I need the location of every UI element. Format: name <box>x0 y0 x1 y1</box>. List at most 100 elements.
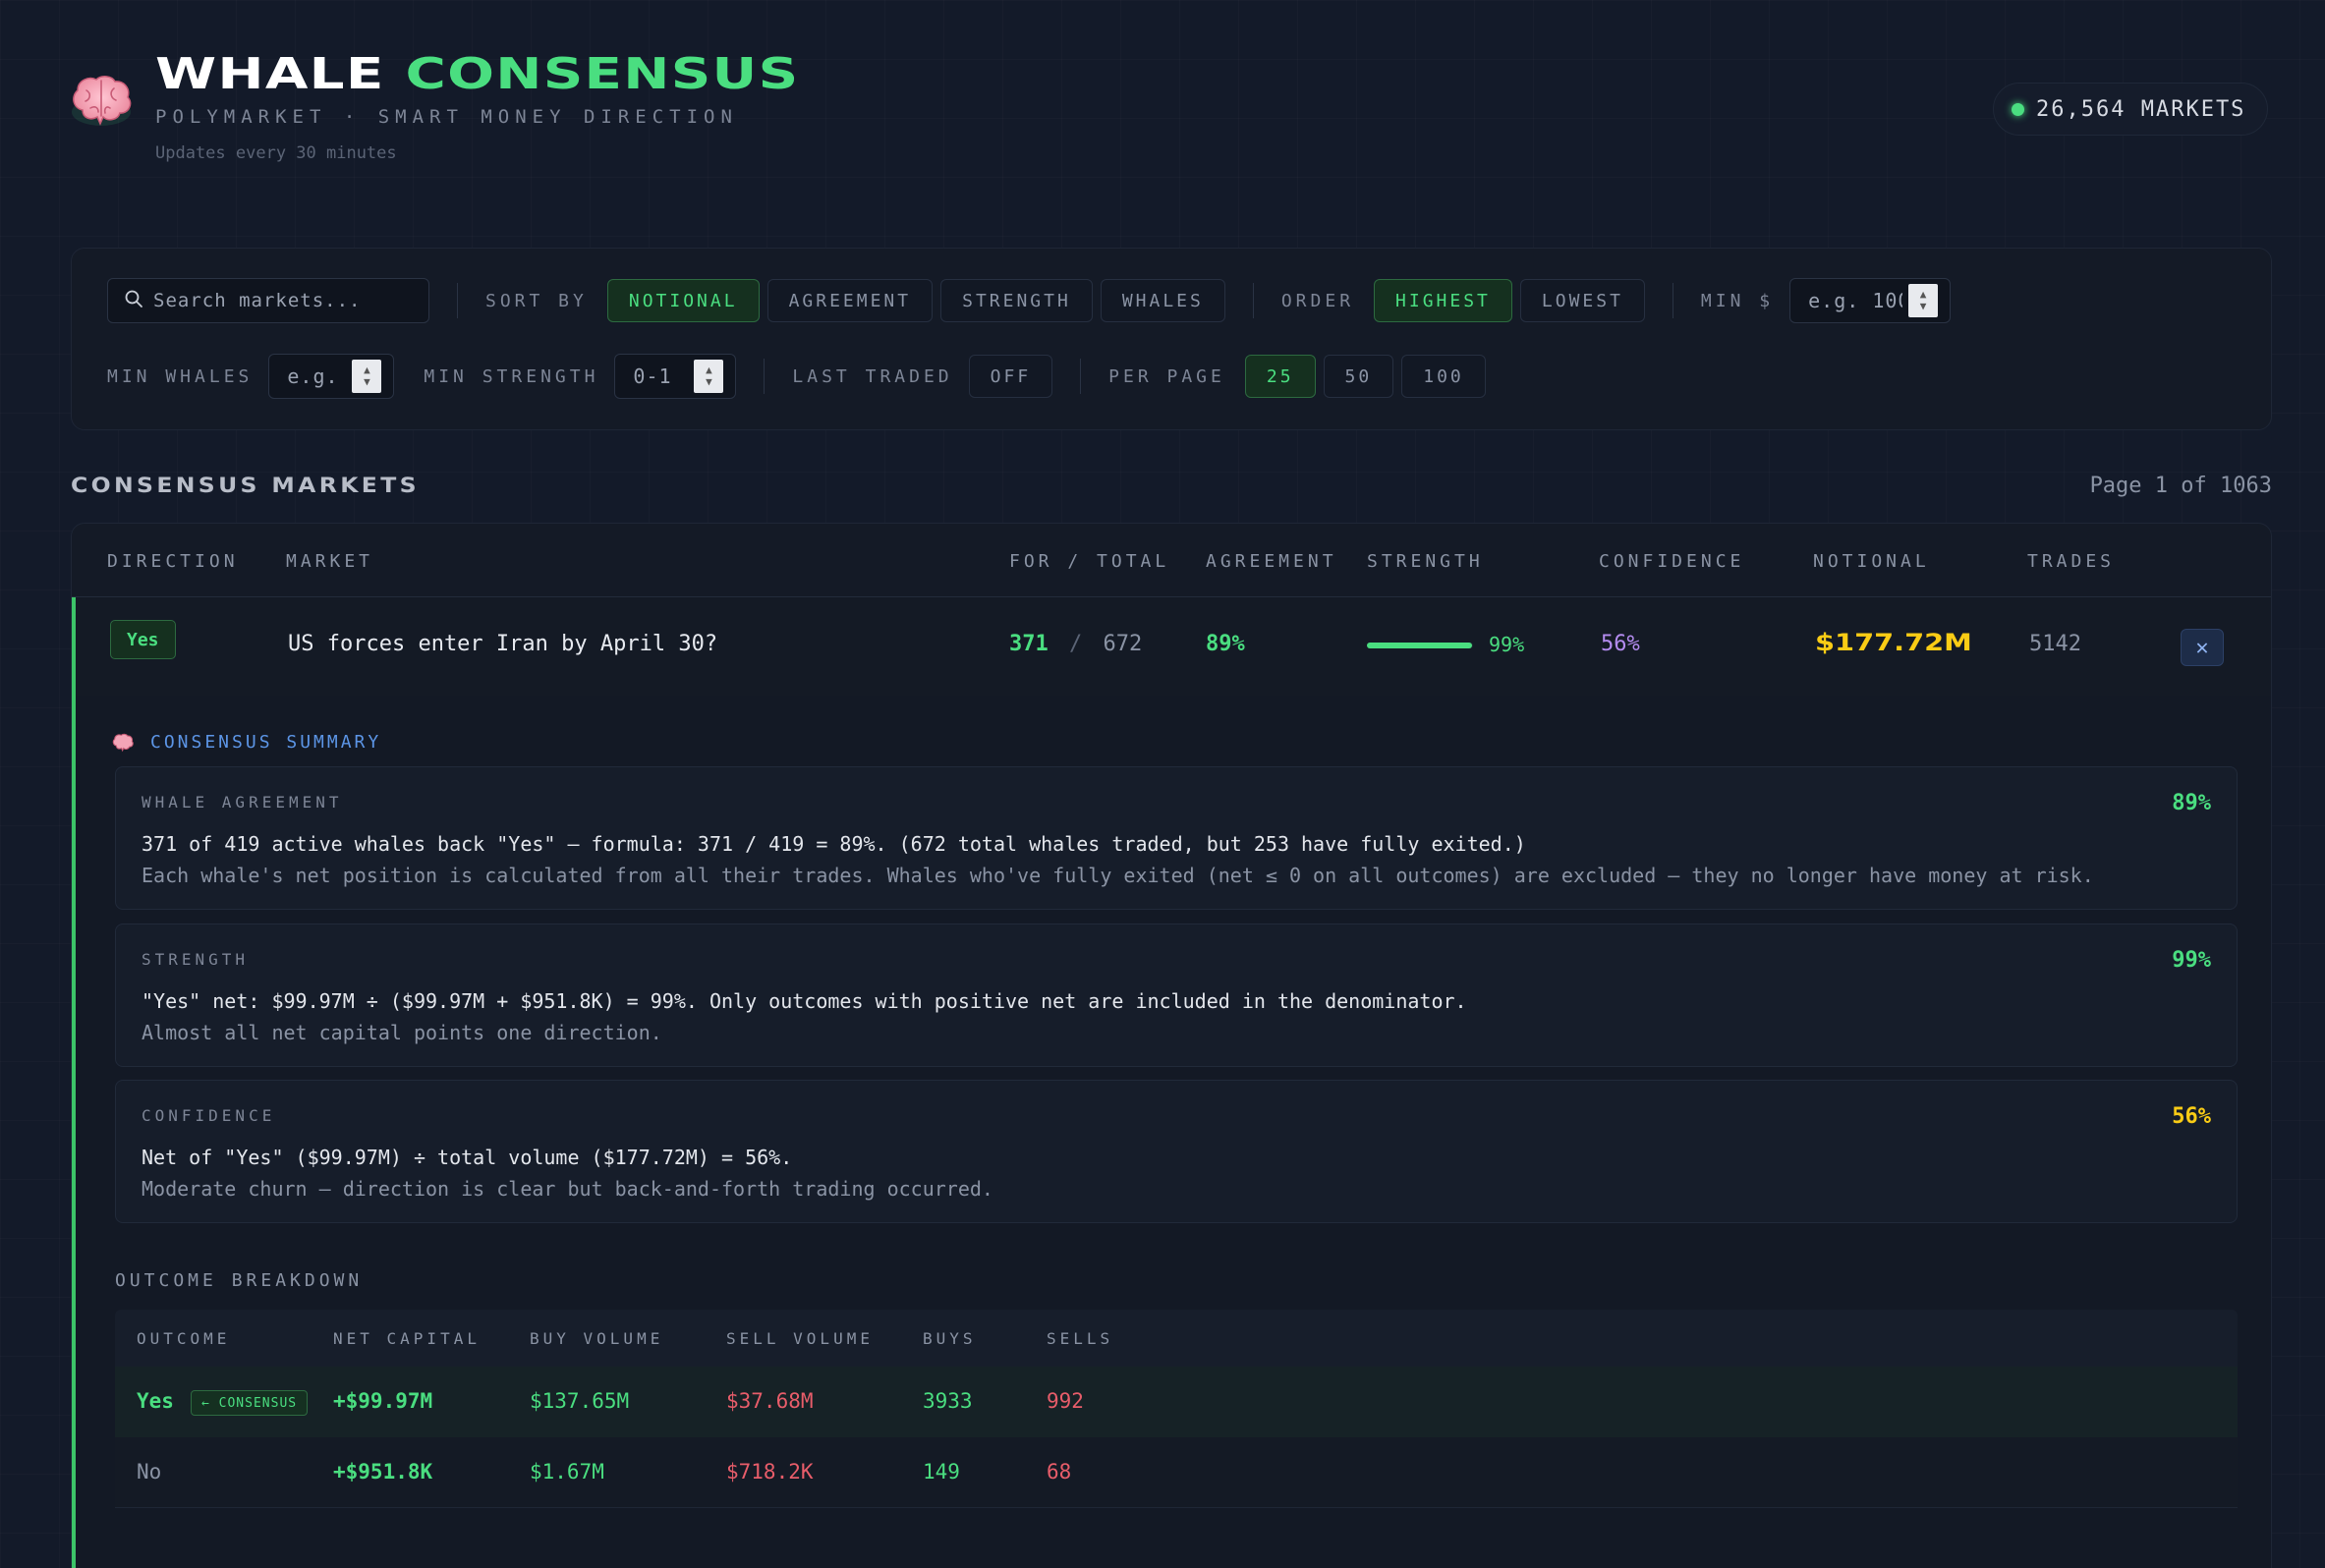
filter-row-2: MIN WHALES e.g. ▲ ▼ MIN STRENGTH 0-1 ▲ ▼ L… <box>107 354 1486 399</box>
col-sell-volume: SELL VOLUME <box>726 1329 874 1348</box>
min-strength-placeholder: 0-1 <box>633 364 672 388</box>
sells-count: 68 <box>1047 1460 1072 1484</box>
divider <box>457 283 458 318</box>
for-total-separator: / <box>1069 632 1083 656</box>
order-lowest-button[interactable]: LOWEST <box>1519 279 1645 322</box>
close-icon[interactable]: ✕ <box>2181 629 2224 666</box>
sort-label: SORT BY <box>485 290 588 311</box>
last-traded-toggle[interactable]: OFF <box>968 355 1053 398</box>
min-usd-input[interactable]: e.g. 100 ▲ ▼ <box>1789 278 1952 323</box>
search-icon <box>124 289 143 312</box>
status-dot-icon <box>2012 102 2024 116</box>
confidence-pct: 56% <box>2172 1104 2211 1129</box>
sort-agreement-button[interactable]: AGREEMENT <box>766 279 934 322</box>
sells-count: 992 <box>1047 1389 1084 1413</box>
sell-volume: $37.68M <box>726 1389 814 1413</box>
notional-value: $177.72M <box>1815 629 1972 656</box>
strength-bar <box>1367 643 1473 648</box>
title-white: WHALE <box>155 49 385 99</box>
sort-strength-button[interactable]: STRENGTH <box>940 279 1093 322</box>
breakdown-header: OUTCOME NET CAPITAL BUY VOLUME SELL VOLU… <box>115 1310 2238 1367</box>
buy-volume: $137.65M <box>530 1389 630 1413</box>
stepper-icon[interactable]: ▲ ▼ <box>352 360 382 393</box>
confidence-label: CONFIDENCE <box>142 1106 276 1125</box>
agreement-pct: 89% <box>2172 791 2211 815</box>
strength-label: STRENGTH <box>142 950 250 969</box>
for-count: 371 <box>1009 632 1049 656</box>
title-green: CONSENSUS <box>405 49 800 99</box>
per-page-100-button[interactable]: 100 <box>1401 355 1486 398</box>
min-whales-label: MIN WHALES <box>107 365 254 387</box>
strength-value: 99% <box>1489 633 1525 656</box>
min-strength-label: MIN STRENGTH <box>424 365 599 387</box>
confidence-card: CONFIDENCE 56% Net of "Yes" ($99.97M) ÷ … <box>115 1080 2238 1223</box>
consensus-accent-bar <box>72 597 76 1568</box>
brain-icon <box>111 733 135 756</box>
filter-panel: Search markets... SORT BY NOTIONAL AGREE… <box>71 248 2272 430</box>
order-label: ORDER <box>1280 290 1355 311</box>
agreement-label: WHALE AGREEMENT <box>142 793 343 812</box>
col-strength[interactable]: STRENGTH <box>1367 551 1484 572</box>
outcome-name: Yes <box>137 1389 174 1413</box>
net-capital: +$951.8K <box>333 1460 433 1484</box>
min-whales-placeholder: e.g. <box>287 364 339 388</box>
search-input[interactable]: Search markets... <box>107 278 429 323</box>
strength-bar-fill <box>1367 643 1472 648</box>
col-notional[interactable]: NOTIONAL <box>1813 551 1930 572</box>
agreement-card: WHALE AGREEMENT 89% 371 of 419 active wh… <box>115 766 2238 910</box>
confidence-formula: Net of "Yes" ($99.97M) ÷ total volume ($… <box>142 1146 793 1169</box>
col-sells: SELLS <box>1047 1329 1114 1348</box>
min-usd-label: MIN $ <box>1700 290 1775 311</box>
min-whales-input[interactable]: e.g. ▲ ▼ <box>268 354 395 399</box>
sell-volume: $718.2K <box>726 1460 814 1484</box>
divider <box>1252 283 1254 318</box>
strength-explanation: Almost all net capital points one direct… <box>142 1021 662 1044</box>
sort-whales-button[interactable]: WHALES <box>1100 279 1225 322</box>
for-total: 371 / 672 <box>1009 632 1142 656</box>
col-buy-volume: BUY VOLUME <box>530 1329 664 1348</box>
col-trades[interactable]: TRADES <box>2027 551 2115 572</box>
col-net-capital: NET CAPITAL <box>333 1329 481 1348</box>
outcome-breakdown-title: OUTCOME BREAKDOWN <box>115 1270 364 1291</box>
col-outcome: OUTCOME <box>137 1329 231 1348</box>
stepper-icon[interactable]: ▲ ▼ <box>1908 284 1939 317</box>
consensus-tag: ← CONSENSUS <box>191 1390 309 1416</box>
buy-volume: $1.67M <box>530 1460 604 1484</box>
col-direction[interactable]: DIRECTION <box>107 551 239 572</box>
update-frequency: Updates every 30 minutes <box>155 143 397 163</box>
trades-value: 5142 <box>2029 632 2081 656</box>
brain-icon <box>69 73 134 130</box>
stepper-icon[interactable]: ▲ ▼ <box>694 360 724 393</box>
table-row: Yes ← CONSENSUS +$99.97M $137.65M $37.68… <box>115 1367 2238 1437</box>
col-agreement[interactable]: AGREEMENT <box>1206 551 1337 572</box>
divider <box>1080 359 1082 394</box>
market-name[interactable]: US forces enter Iran by April 30? <box>288 632 717 656</box>
filter-row-1: Search markets... SORT BY NOTIONAL AGREE… <box>107 278 1952 323</box>
outcome-breakdown-table: OUTCOME NET CAPITAL BUY VOLUME SELL VOLU… <box>115 1310 2238 1545</box>
col-market[interactable]: MARKET <box>286 551 373 572</box>
min-strength-input[interactable]: 0-1 ▲ ▼ <box>614 354 737 399</box>
col-confidence[interactable]: CONFIDENCE <box>1599 551 1744 572</box>
total-count: 672 <box>1103 632 1143 656</box>
sort-notional-button[interactable]: NOTIONAL <box>606 279 760 322</box>
table-row[interactable]: Yes US forces enter Iran by April 30? 37… <box>72 597 2271 696</box>
per-page-50-button[interactable]: 50 <box>1323 355 1394 398</box>
markets-count: 26,564 MARKETS <box>2036 96 2246 122</box>
page-indicator: Page 1 of 1063 <box>2089 474 2272 498</box>
search-placeholder: Search markets... <box>153 290 362 311</box>
per-page-label: PER PAGE <box>1108 365 1225 387</box>
direction-badge: Yes <box>110 620 176 659</box>
col-for-total[interactable]: FOR / TOTAL <box>1009 551 1169 572</box>
divider <box>764 359 766 394</box>
confidence-value: 56% <box>1601 632 1640 656</box>
order-highest-button[interactable]: HIGHEST <box>1374 279 1512 322</box>
strength-pct: 99% <box>2172 948 2211 973</box>
buys-count: 149 <box>923 1460 960 1484</box>
section-title: CONSENSUS MARKETS <box>71 474 420 497</box>
per-page-25-button[interactable]: 25 <box>1244 355 1316 398</box>
confidence-explanation: Moderate churn — direction is clear but … <box>142 1177 993 1201</box>
app-subtitle: POLYMARKET · SMART MONEY DIRECTION <box>155 106 738 128</box>
app-title: WHALE CONSENSUS <box>155 51 799 98</box>
last-traded-label: LAST TRADED <box>792 365 953 387</box>
agreement-value: 89% <box>1206 632 1245 656</box>
